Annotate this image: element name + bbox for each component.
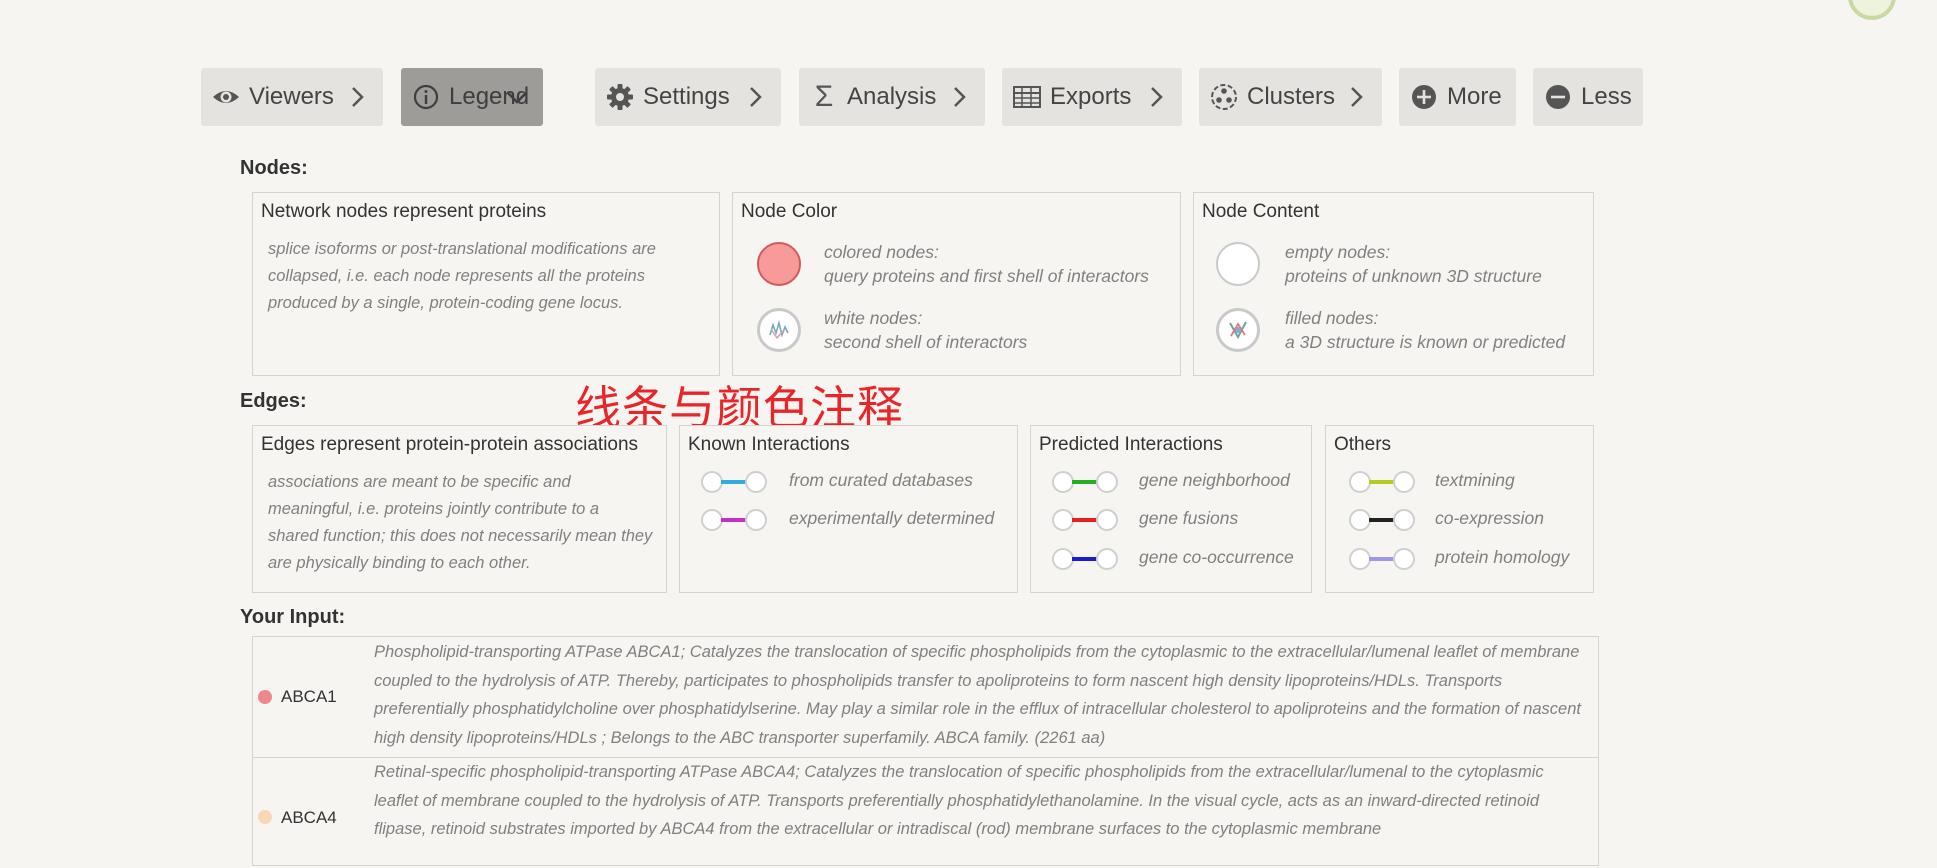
nodes-proteins-desc: splice isoforms or post-translational mo… (268, 240, 656, 312)
chevron-right-icon (352, 87, 364, 107)
empty-node-icon (1216, 242, 1260, 286)
edge-symbol-neighborhood (1050, 468, 1120, 496)
edge-label-fusions: gene fusions (1139, 508, 1239, 528)
settings-button[interactable]: Settings (595, 68, 781, 126)
white-node-icon (757, 308, 801, 352)
clusters-label: Clusters (1247, 83, 1336, 110)
known-interactions-title: Known Interactions (688, 434, 850, 455)
protein-name: ABCA4 (281, 808, 337, 827)
filled-nodes-desc: a 3D structure is known or predicted (1285, 332, 1566, 352)
edges-assoc-box: Edges represent protein-protein associat… (252, 425, 667, 593)
chevron-right-icon (954, 87, 966, 107)
others-title: Others (1334, 434, 1392, 455)
eye-icon (211, 82, 241, 112)
clusters-icon (1209, 82, 1239, 112)
settings-label: Settings (643, 83, 730, 110)
more-button[interactable]: More (1399, 68, 1516, 126)
sigma-icon: Σ (814, 80, 834, 113)
nodes-heading: Nodes: (240, 157, 308, 179)
edge-label-neighborhood: gene neighborhood (1139, 470, 1290, 490)
node-color-title: Node Color (741, 201, 838, 222)
viewers-button[interactable]: Viewers (201, 68, 383, 126)
predicted-interactions-title: Predicted Interactions (1039, 434, 1223, 455)
filled-nodes-label: filled nodes: (1285, 308, 1379, 328)
nodes-proteins-title: Network nodes represent proteins (261, 201, 547, 222)
colored-node-icon (757, 242, 801, 286)
input-row[interactable]: ABCA4 Retinal-specific phospholipid-tran… (253, 758, 1598, 868)
edges-assoc-desc: associations are meant to be specific an… (268, 473, 653, 572)
protein-name: ABCA1 (281, 687, 337, 706)
chevron-right-icon (1351, 87, 1363, 107)
filled-node-icon (1216, 308, 1260, 352)
edge-symbol-homology (1347, 545, 1417, 573)
corner-circle-decoration (1848, 0, 1896, 20)
edge-label-homology: protein homology (1435, 547, 1570, 567)
edge-label-textmining: textmining (1435, 470, 1515, 490)
edge-symbol-coexpression (1347, 506, 1417, 534)
protein-description: Phospholipid-transporting ATPase ABCA1; … (374, 643, 1581, 747)
known-interactions-box: Known Interactions from curated database… (679, 425, 1018, 593)
table-icon (1012, 82, 1042, 112)
empty-nodes-desc: proteins of unknown 3D structure (1285, 266, 1542, 286)
protein-color-dot (258, 690, 272, 704)
node-content-box: Node Content empty nodes: proteins of unk… (1193, 192, 1594, 376)
more-label: More (1447, 83, 1502, 110)
edge-symbol-curated (699, 468, 769, 496)
node-color-box: Node Color colored nodes: query proteins … (732, 192, 1181, 376)
plus-circle-icon (1409, 82, 1439, 112)
gear-icon (605, 82, 635, 112)
colored-nodes-label: colored nodes: (824, 242, 939, 262)
analysis-label: Analysis (847, 83, 937, 110)
input-table: ABCA1 Phospholipid-transporting ATPase A… (252, 636, 1599, 866)
input-row[interactable]: ABCA1 Phospholipid-transporting ATPase A… (253, 637, 1598, 758)
edge-symbol-textmining (1347, 468, 1417, 496)
minus-circle-icon (1543, 82, 1573, 112)
chevron-right-icon (1151, 87, 1163, 107)
legend-button[interactable]: Legend (401, 68, 543, 126)
edge-symbol-experimental (699, 506, 769, 534)
info-icon (411, 82, 441, 112)
less-label: Less (1581, 83, 1632, 110)
your-input-heading: Your Input: (240, 606, 346, 628)
edge-label-curated: from curated databases (789, 470, 973, 490)
edges-heading: Edges: (240, 390, 307, 412)
nodes-proteins-box: Network nodes represent proteins splice … (252, 192, 720, 376)
white-nodes-label: white nodes: (824, 308, 923, 328)
edge-label-experimental: experimentally determined (789, 508, 995, 528)
analysis-button[interactable]: Σ Analysis (799, 68, 985, 126)
protein-description: Retinal-specific phospholipid-transporti… (374, 763, 1544, 838)
chevron-right-icon (750, 87, 762, 107)
chevron-down-icon (507, 92, 527, 104)
others-box: Others textmining co-expression protein … (1325, 425, 1594, 593)
white-nodes-desc: second shell of interactors (824, 332, 1028, 352)
edge-symbol-cooccurrence (1050, 545, 1120, 573)
exports-label: Exports (1050, 83, 1132, 110)
exports-button[interactable]: Exports (1002, 68, 1182, 126)
protein-color-dot (258, 810, 272, 824)
edge-label-coexpression: co-expression (1435, 508, 1544, 528)
colored-nodes-desc: query proteins and first shell of intera… (824, 266, 1149, 286)
edge-symbol-fusions (1050, 506, 1120, 534)
node-content-title: Node Content (1202, 201, 1320, 222)
less-button[interactable]: Less (1533, 68, 1643, 126)
predicted-interactions-box: Predicted Interactions gene neighborhood… (1030, 425, 1312, 593)
viewers-label: Viewers (249, 83, 334, 110)
clusters-button[interactable]: Clusters (1199, 68, 1382, 126)
empty-nodes-label: empty nodes: (1285, 242, 1391, 262)
edges-assoc-title: Edges represent protein-protein associat… (261, 434, 639, 455)
edge-label-cooccurrence: gene co-occurrence (1139, 547, 1294, 567)
